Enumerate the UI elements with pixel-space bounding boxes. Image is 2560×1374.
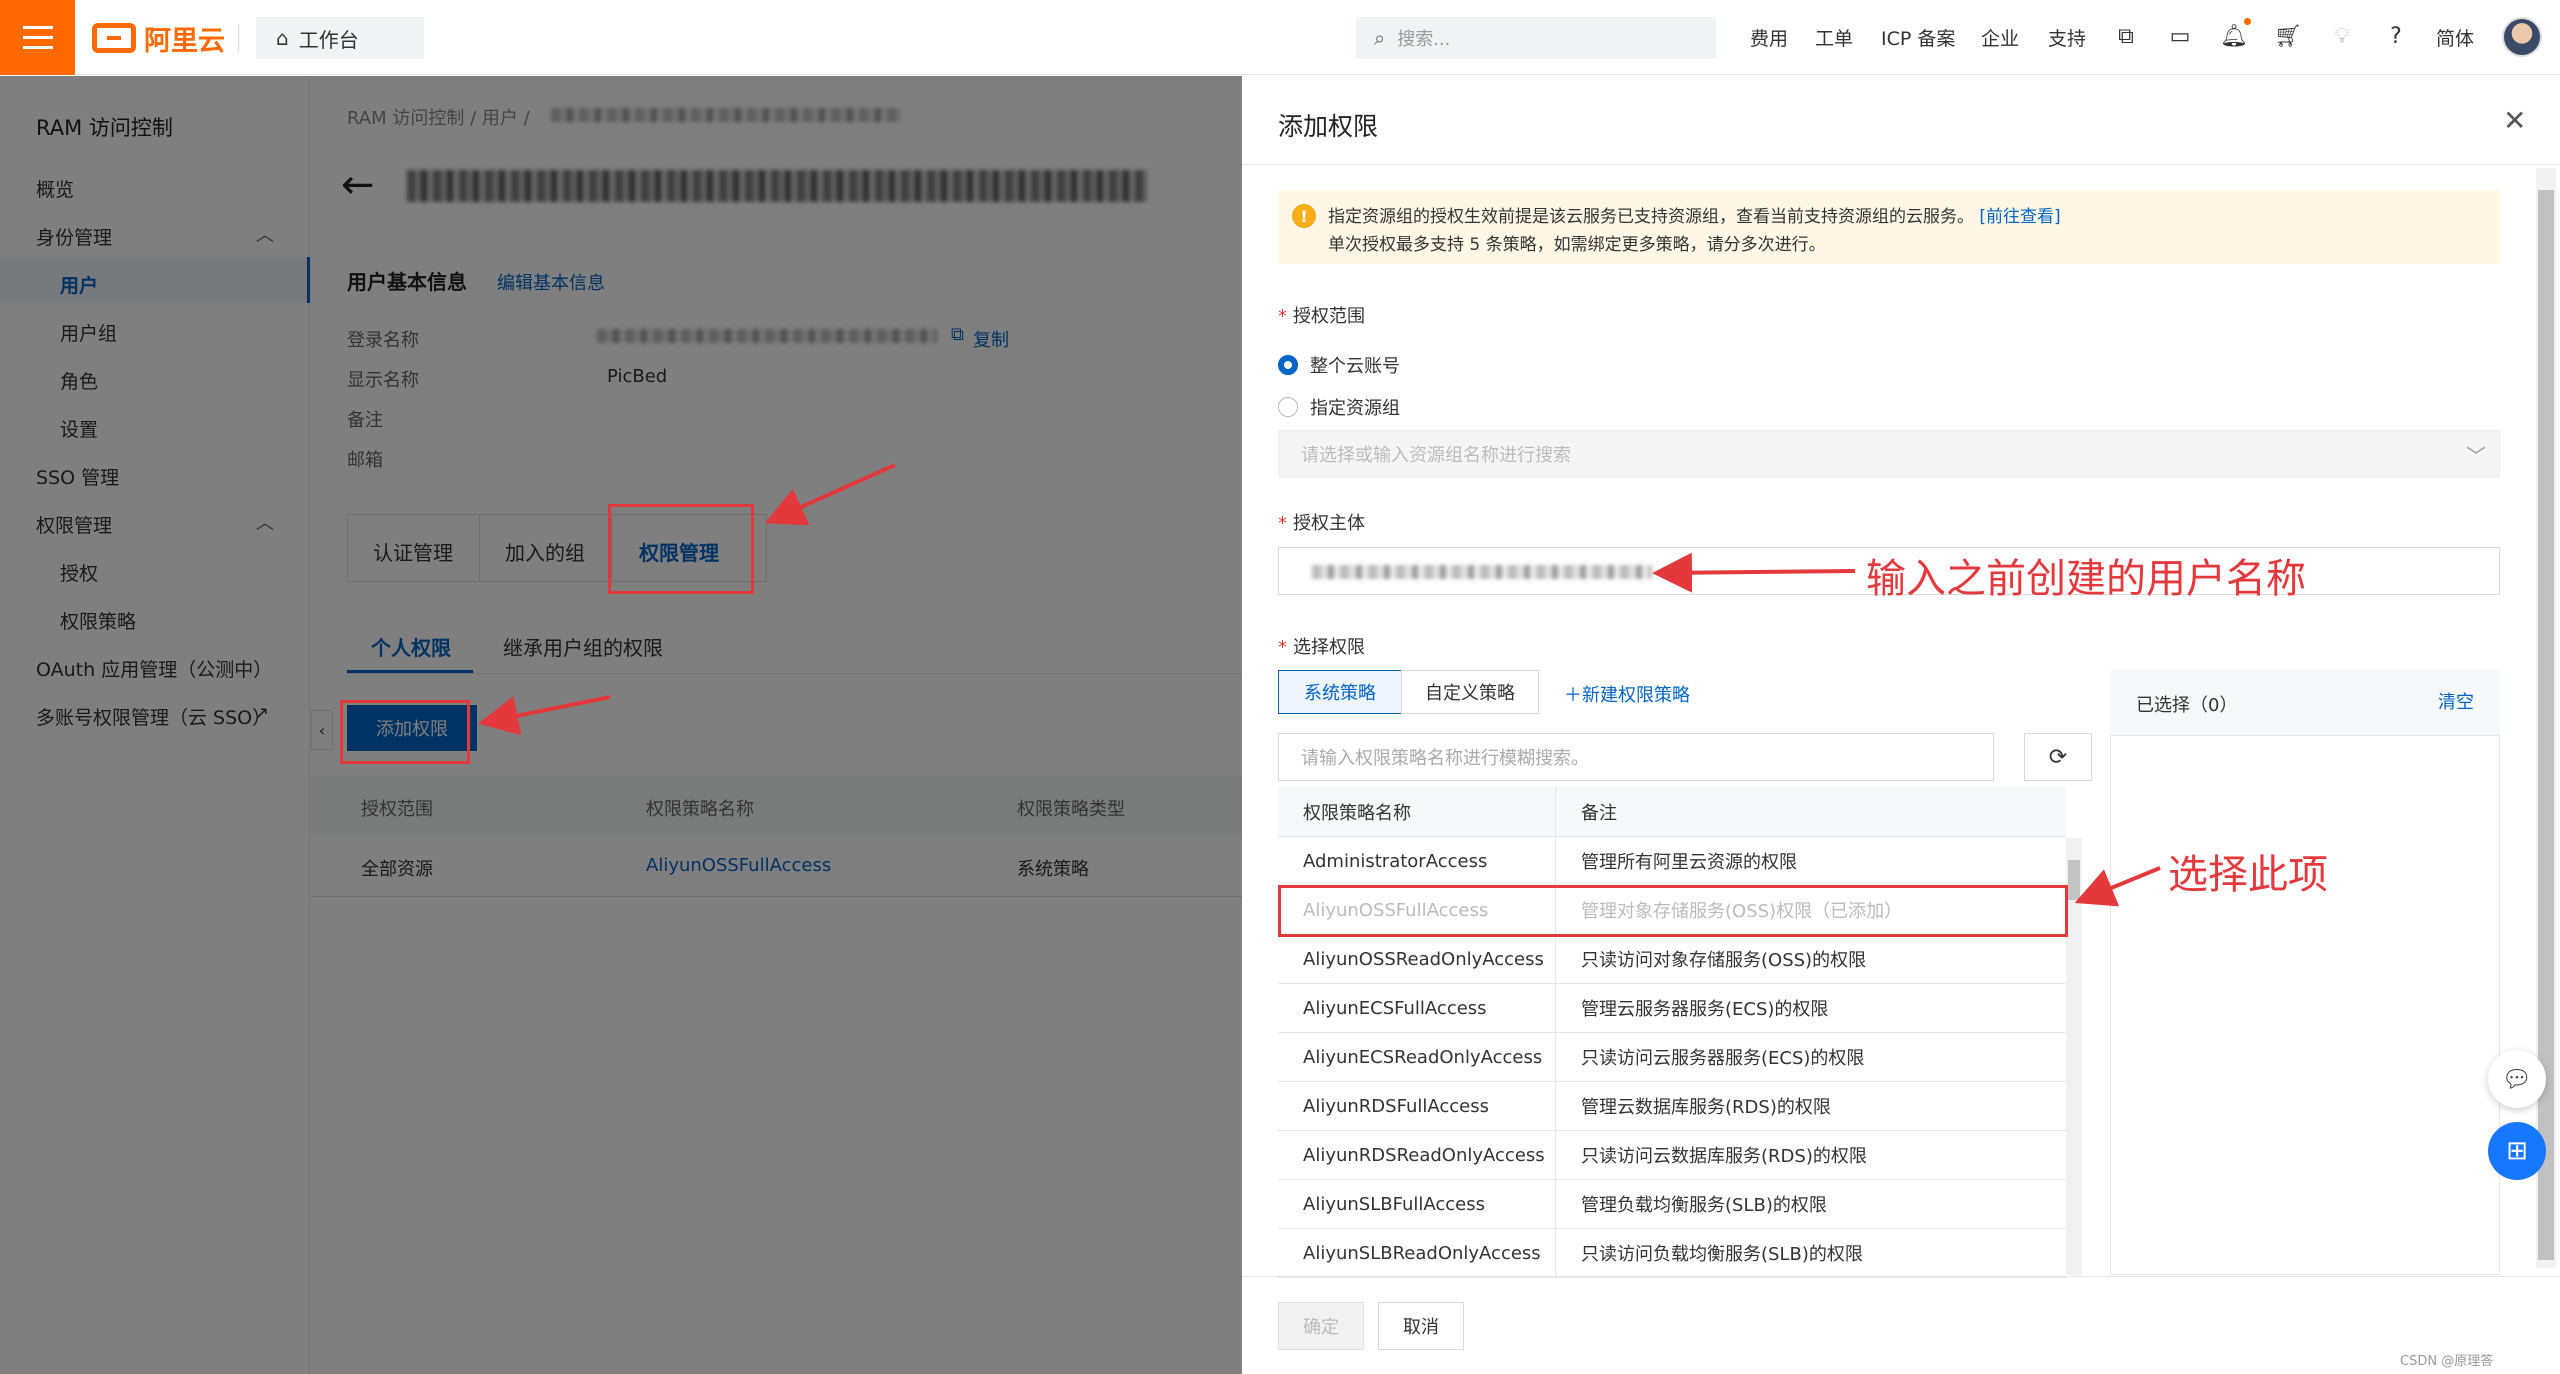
annotation-select-hint: 选择此项: [2168, 852, 2328, 898]
arrow-to-add-button: [478, 695, 611, 736]
arrow-to-tab: [764, 463, 896, 526]
arrow-to-oss-row: [2074, 866, 2161, 907]
annotation-arrows: [478, 463, 2161, 907]
arrow-to-principal: [1652, 552, 1856, 593]
annotation-principal-hint: 输入之前创建的用户名称: [1866, 556, 2306, 602]
